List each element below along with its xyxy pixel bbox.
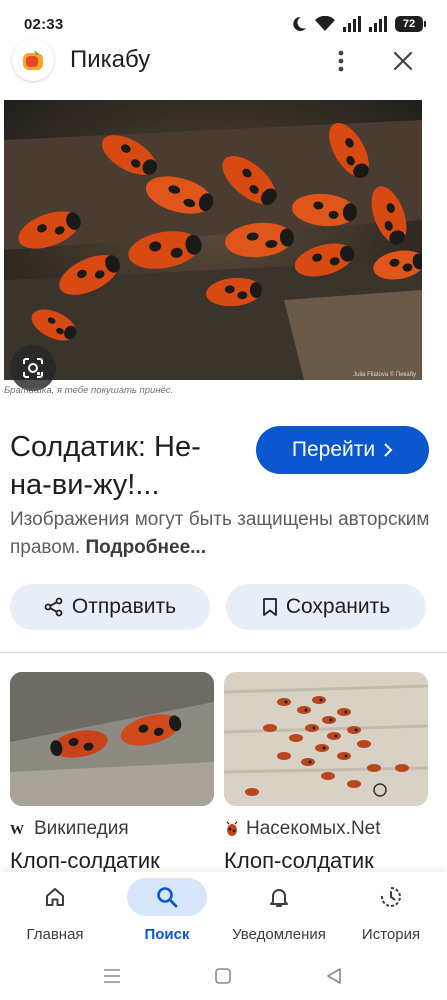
- related-source: W Википедия: [10, 818, 214, 840]
- history-icon: [381, 887, 401, 907]
- battery-icon: 72: [395, 16, 426, 32]
- lens-icon: [23, 358, 43, 378]
- related-source-name: Насекомых.Net: [246, 818, 381, 839]
- recents-icon[interactable]: [100, 964, 124, 988]
- wifi-icon: [315, 16, 335, 31]
- image-watermark: Julia Filatova © Пикабу: [353, 371, 416, 378]
- home-square-icon[interactable]: [211, 964, 235, 988]
- visit-button-label: Перейти: [291, 438, 376, 461]
- save-button[interactable]: Сохранить: [226, 584, 426, 630]
- nav-label-search: Поиск: [144, 926, 190, 943]
- result-image[interactable]: Julia Filatova © Пикабу: [4, 100, 422, 380]
- svg-text:W: W: [10, 823, 24, 836]
- copyright-notice: Изображения могут быть защищены авторски…: [10, 506, 430, 562]
- related-title[interactable]: Клоп-солдатик: [10, 848, 214, 874]
- share-button[interactable]: Отправить: [10, 584, 210, 630]
- bookmark-icon: [262, 598, 277, 616]
- related-source-name: Википедия: [34, 818, 129, 839]
- related-title[interactable]: Клоп-солдатик: [224, 848, 428, 874]
- nav-pill-active: [127, 878, 207, 916]
- chevron-right-icon: [384, 443, 393, 457]
- home-icon: [46, 888, 64, 906]
- nav-item-notifications[interactable]: Уведомления: [224, 872, 334, 943]
- bell-icon: [270, 889, 288, 907]
- insect-site-icon: [226, 821, 238, 836]
- nav-label-notifications: Уведомления: [232, 926, 326, 943]
- related-thumbnail[interactable]: [224, 672, 428, 806]
- result-title[interactable]: Солдатик: Не-на-ви-жу!...: [10, 428, 240, 504]
- copyright-text: Изображения могут быть защищены авторски…: [10, 509, 430, 558]
- nav-pill: [239, 878, 319, 916]
- signal-icon-2: [369, 16, 387, 32]
- moon-icon: [293, 16, 306, 31]
- signal-icon: [343, 16, 361, 32]
- app-title: Пикабу: [70, 46, 151, 73]
- pikabu-logo-icon[interactable]: [12, 39, 54, 81]
- close-icon[interactable]: [388, 46, 418, 76]
- nav-label-home: Главная: [26, 926, 84, 943]
- status-icons: 72: [291, 16, 426, 32]
- nav-pill: [351, 878, 431, 916]
- divider: [0, 652, 447, 653]
- nav-item-home[interactable]: Главная: [0, 872, 110, 943]
- app-header: Пикабу: [0, 36, 447, 84]
- nav-label-history: История: [361, 926, 421, 943]
- learn-more-link[interactable]: Подробнее...: [86, 537, 206, 558]
- nav-item-history[interactable]: История: [336, 872, 446, 943]
- share-icon: [44, 597, 63, 617]
- visit-button[interactable]: Перейти: [256, 426, 429, 474]
- share-label: Отправить: [71, 595, 177, 618]
- related-source: Насекомых.Net: [224, 818, 428, 840]
- nav-pill: [15, 878, 95, 916]
- battery-level: 72: [402, 18, 416, 30]
- related-thumbnail[interactable]: [10, 672, 214, 806]
- wikipedia-icon: W: [10, 823, 24, 836]
- more-options-icon[interactable]: [326, 46, 356, 76]
- status-time: 02:33: [24, 15, 64, 33]
- related-card[interactable]: W Википедия Клоп-солдатик: [10, 672, 214, 874]
- bottom-navigation: Главная Поиск Уведомления История: [0, 872, 447, 954]
- back-icon[interactable]: [322, 964, 346, 988]
- image-caption: Братишка, я тебе покушать принёс.: [4, 385, 174, 396]
- search-icon: [157, 887, 178, 908]
- system-navigation: [0, 954, 447, 1000]
- related-card[interactable]: Насекомых.Net Клоп-солдатик: [224, 672, 428, 874]
- save-label: Сохранить: [285, 595, 391, 618]
- nav-item-search[interactable]: Поиск: [112, 872, 222, 943]
